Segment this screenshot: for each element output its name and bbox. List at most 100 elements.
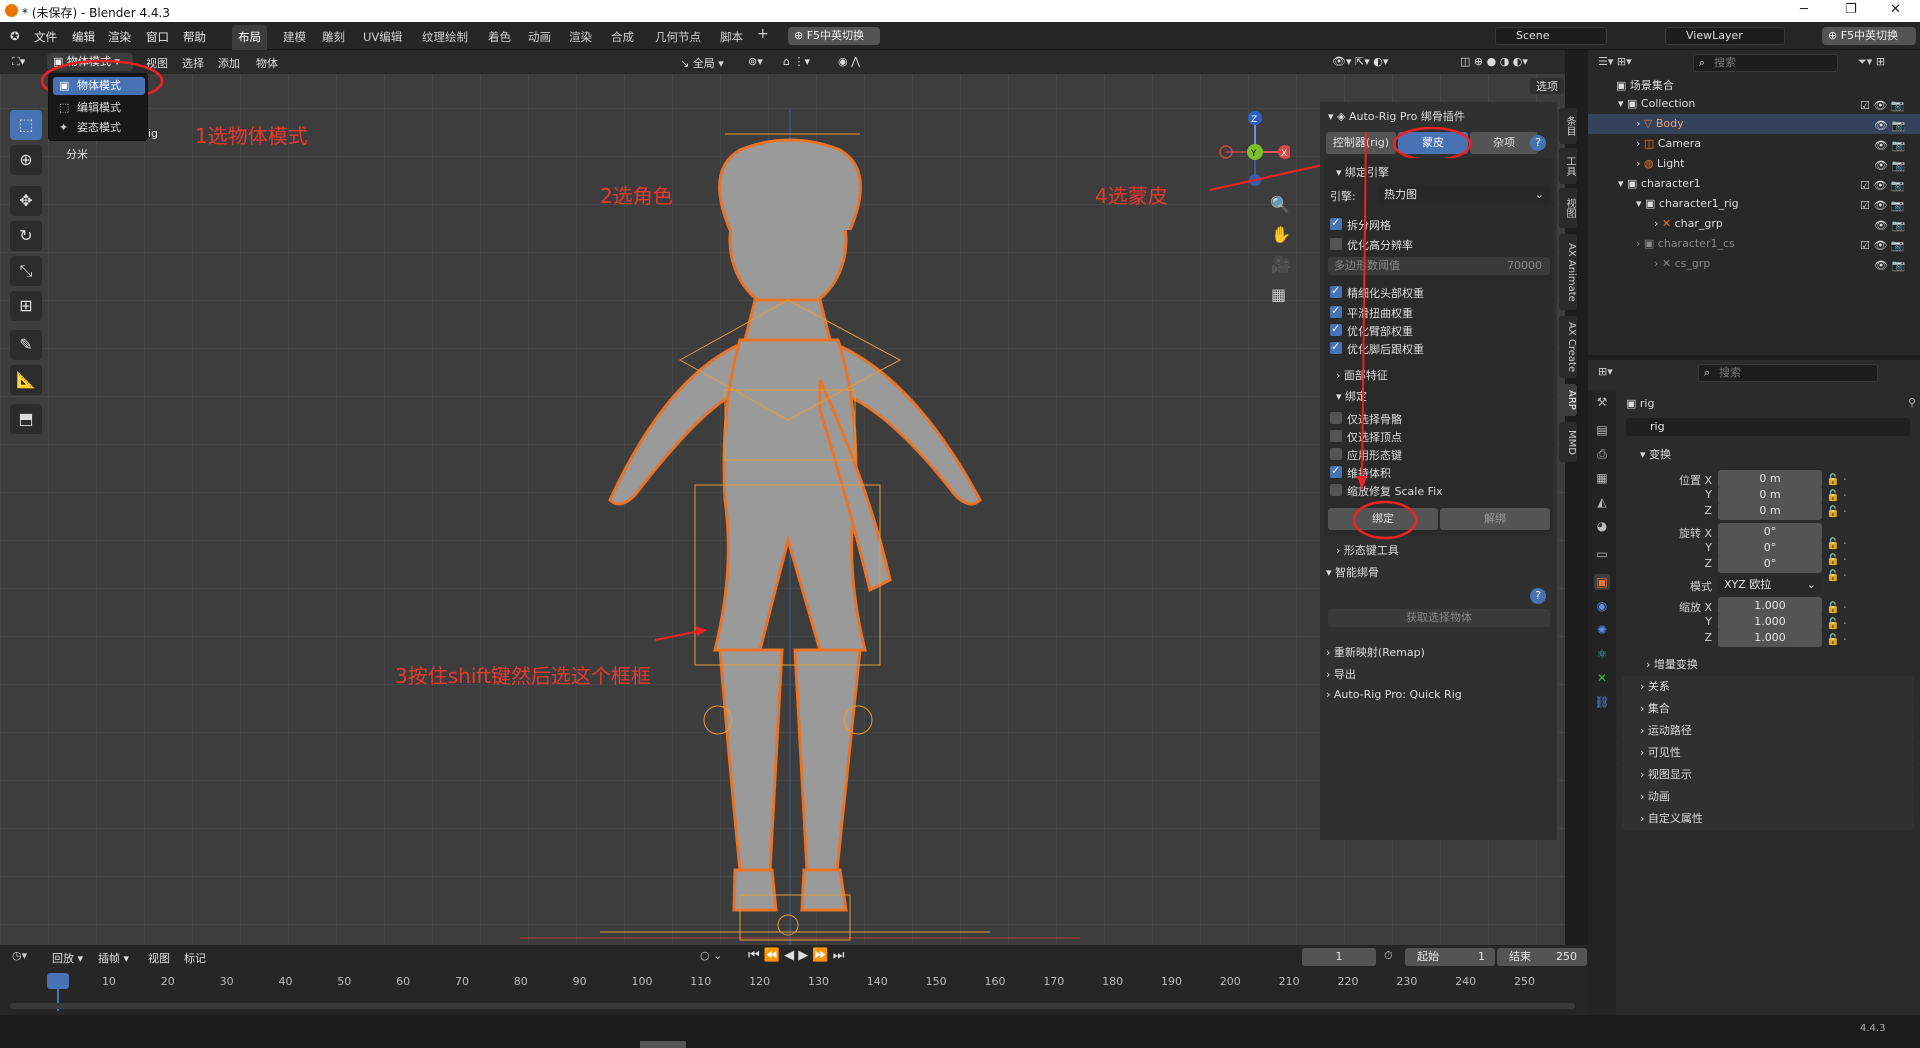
select-bones-only-checkbox[interactable]	[1330, 412, 1342, 424]
timeline-tick-label: 250	[1514, 975, 1535, 988]
smooth-twist-checkbox[interactable]	[1330, 304, 1342, 318]
section-custom-properties[interactable]: › 自定义属性	[1622, 808, 1914, 830]
smart-rig-header[interactable]: ▾ 智能绑骨	[1326, 564, 1563, 580]
optimize-hires-checkbox[interactable]	[1330, 238, 1342, 250]
smart-help-button[interactable]: ?	[1530, 588, 1546, 604]
object-props-icon[interactable]: ▣	[1594, 574, 1610, 590]
outliner-search-input[interactable]: ⌕ 搜索	[1693, 54, 1838, 72]
modifier-icon[interactable]: ◉	[1594, 598, 1610, 614]
tab-layout[interactable]: 布局	[232, 25, 267, 50]
light-icon: ◍	[1643, 157, 1658, 170]
apply-shapekeys-checkbox[interactable]	[1330, 448, 1342, 460]
properties-search-input[interactable]: ⌕ 搜索	[1698, 364, 1878, 382]
tab-shading[interactable]: 着色	[488, 29, 511, 45]
menu-file[interactable]: 文件	[34, 29, 57, 45]
menu-render[interactable]: 渲染	[108, 29, 131, 45]
tab-misc[interactable]: 杂项	[1470, 132, 1538, 154]
constraints-icon[interactable]: ⛓	[1594, 694, 1610, 710]
tab-modeling[interactable]: 建模	[283, 29, 306, 45]
close-icon[interactable]: ✕	[1890, 2, 1901, 17]
side-tab-ax-animate[interactable]: AX Animate	[1559, 234, 1577, 310]
particles-icon[interactable]: ✺	[1594, 622, 1610, 638]
object-name-label: ▣ rig	[1626, 397, 1655, 410]
unbind-button[interactable]: 解绑	[1440, 508, 1550, 530]
tab-texture-paint[interactable]: 纹理绘制	[422, 29, 468, 45]
tab-sculpt[interactable]: 雕刻	[322, 29, 345, 45]
add-workspace-button[interactable]: +	[757, 26, 769, 42]
blender-menu-icon[interactable]: ✪	[10, 29, 20, 43]
world-icon[interactable]: ◕	[1594, 518, 1610, 534]
scale-z-field[interactable]: 1.000	[1718, 629, 1822, 647]
menu-help[interactable]: 帮助	[183, 29, 206, 45]
render-icon[interactable]: ▤	[1594, 422, 1610, 438]
view-layer-icon[interactable]: ▦	[1594, 470, 1610, 486]
playhead[interactable]	[47, 973, 69, 989]
transform-lock-icons[interactable]: 🔓 ⋅ 🔓 ⋅ 🔓 ⋅ 🔓 ⋅ 🔓 ⋅ 🔓 ⋅ 🔓 ⋅ 🔓 ⋅ 🔓 ⋅	[1826, 472, 1847, 648]
tab-geometry-nodes[interactable]: 几何节点	[655, 29, 701, 45]
ime-toggle-button-right[interactable]: ⊕ F5中英切换	[1822, 27, 1916, 45]
scale-fix-checkbox[interactable]	[1330, 484, 1342, 496]
optimize-heel-checkbox[interactable]	[1330, 340, 1342, 354]
tab-uv[interactable]: UV编辑	[363, 29, 402, 45]
side-tab-view[interactable]: 视图	[1559, 188, 1577, 228]
timeline-tick-label: 50	[337, 975, 352, 988]
split-mesh-checkbox[interactable]	[1330, 216, 1342, 230]
rotation-z-field[interactable]: 0°	[1718, 555, 1822, 573]
help-button[interactable]: ?	[1530, 135, 1546, 151]
timeline-scrollbar[interactable]	[10, 1003, 1575, 1009]
object-name-field[interactable]: rig	[1626, 418, 1910, 436]
preserve-volume-checkbox[interactable]	[1330, 464, 1342, 478]
scene-selector[interactable]: Scene	[1495, 27, 1607, 45]
optimize-arm-checkbox[interactable]	[1330, 322, 1342, 336]
section-motion-paths[interactable]: › 运动路径	[1622, 720, 1914, 742]
refine-head-checkbox[interactable]	[1330, 284, 1342, 298]
maximize-icon[interactable]: ❐	[1845, 2, 1857, 17]
outliner-root[interactable]: ▣ 场景集合	[1588, 76, 1920, 96]
side-tab-item[interactable]: 条目	[1559, 108, 1577, 144]
side-tab-mmd[interactable]: MMD	[1559, 422, 1577, 462]
minimize-icon[interactable]: ─	[1800, 2, 1808, 17]
get-selected-button[interactable]: 获取选择物体	[1328, 609, 1550, 627]
tab-compositing[interactable]: 合成	[611, 29, 634, 45]
viewlayer-selector[interactable]: ViewLayer	[1665, 27, 1785, 45]
menu-window[interactable]: 窗口	[146, 29, 169, 45]
section-animation[interactable]: › 动画	[1622, 786, 1914, 808]
menu-edit[interactable]: 编辑	[72, 29, 95, 45]
timeline-tick-label: 130	[807, 975, 829, 988]
timeline-tick-label: 190	[1160, 975, 1182, 988]
rotation-mode-select[interactable]: XYZ 欧拉 ⌄	[1718, 576, 1822, 594]
tab-scripting[interactable]: 脚本	[720, 29, 743, 45]
tool-settings-icon[interactable]: ⚒	[1594, 394, 1610, 410]
pin-icon[interactable]: ⚲	[1908, 396, 1916, 409]
section-viewport-display[interactable]: › 视图显示	[1622, 764, 1914, 786]
export-header[interactable]: › 导出	[1326, 666, 1563, 682]
collection-props-icon[interactable]: ▭	[1594, 546, 1610, 562]
side-tab-tool[interactable]: 工具	[1559, 148, 1577, 184]
outliner-panel: ☰▾ ⊞▾ ⌕ 搜索 ⏷▾ ⊞ ▣ 场景集合 ▾ ▣ Collection › ▽…	[1588, 50, 1920, 355]
tab-animation[interactable]: 动画	[528, 29, 551, 45]
tab-rendering[interactable]: 渲染	[569, 29, 592, 45]
physics-icon[interactable]: ⚛	[1594, 646, 1610, 662]
engine-select[interactable]: 热力图 ⌄	[1378, 186, 1550, 204]
select-verts-only-checkbox[interactable]	[1330, 430, 1342, 442]
shapekey-tools-header[interactable]: › 形态键工具	[1336, 542, 1573, 558]
transform-section-header[interactable]: ▾ 变换	[1622, 444, 1914, 466]
outliner-editor-icon[interactable]: ☰▾ ⊞▾	[1598, 55, 1632, 68]
ime-toggle-button[interactable]: ⊕ F5中英切换	[788, 27, 880, 45]
remap-header[interactable]: › 重新映射(Remap)	[1326, 644, 1563, 660]
properties-editor-icon[interactable]: ⊞▾	[1598, 365, 1613, 378]
section-collections[interactable]: › 集合	[1622, 698, 1914, 720]
timeline-tick-label: 180	[1102, 975, 1124, 988]
scene-icon[interactable]: ◭	[1594, 494, 1610, 510]
object-data-armature-icon[interactable]: ✕	[1594, 670, 1610, 686]
quick-rig-header[interactable]: › Auto-Rig Pro: Quick Rig	[1326, 688, 1563, 701]
section-visibility[interactable]: › 可见性	[1622, 742, 1914, 764]
side-tab-ax-create[interactable]: AX Create	[1559, 316, 1577, 378]
outliner-visibility-icons[interactable]: ☑ 👁 📷 👁 📷 👁 📷 👁 📷 ☑ 👁 📷 ☑ 👁 📷 👁 📷 ☑ 👁 📷 👁 📷	[1860, 96, 1905, 276]
side-tab-arp[interactable]: ARP	[1559, 384, 1577, 416]
filter-icon[interactable]: ⏷▾ ⊞	[1858, 55, 1885, 69]
delta-transform-header[interactable]: › 增量变换	[1646, 656, 1698, 672]
output-icon[interactable]: ⎙	[1594, 446, 1610, 462]
location-z-field[interactable]: 0 m	[1718, 502, 1822, 520]
section-relations[interactable]: › 关系	[1622, 676, 1914, 698]
